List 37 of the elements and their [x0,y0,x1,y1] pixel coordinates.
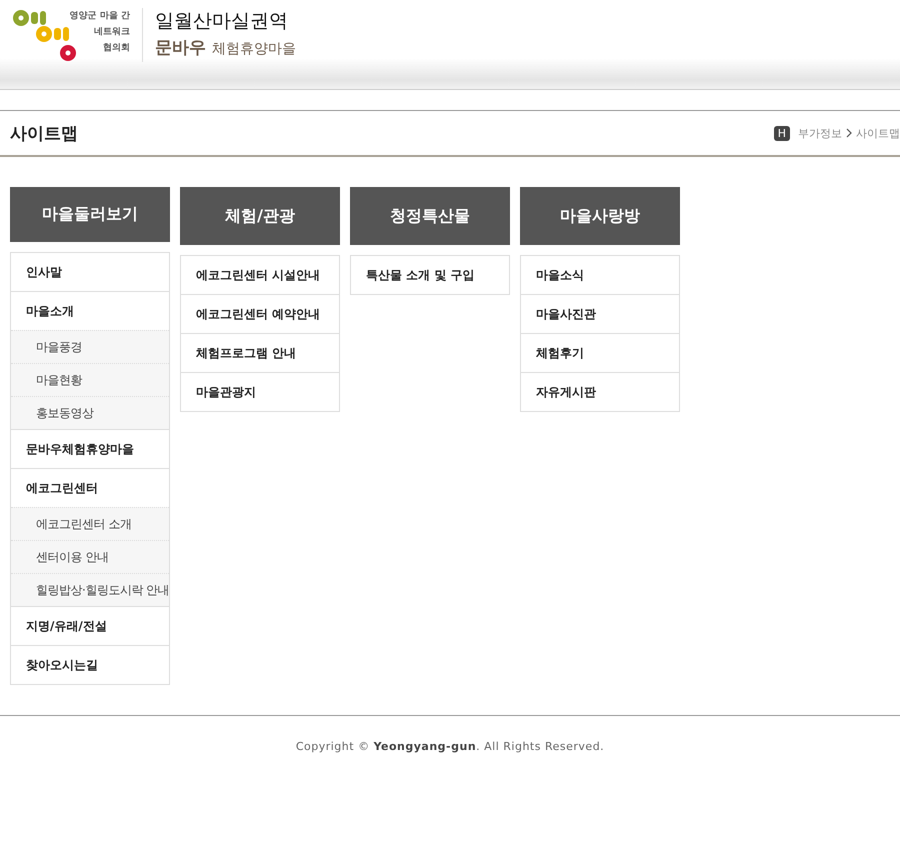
brand-name: 문바우 [155,37,206,59]
menu-link[interactable]: 에코그린센터 [11,469,169,507]
menu-link[interactable]: 마을관광지 [181,373,339,411]
menu-link[interactable]: 체험후기 [521,334,679,372]
menu-link[interactable]: 인사말 [11,253,169,291]
page-title: 사이트맵 [10,122,78,144]
menu-link[interactable]: 자유게시판 [521,373,679,411]
menu-link[interactable]: 에코그린센터 예약안내 [181,295,339,333]
logo-caption: 협의회 [103,42,130,55]
menu-link[interactable]: 마을소식 [521,256,679,294]
home-icon[interactable]: H [774,126,790,140]
menu-link[interactable]: 마을사진관 [521,295,679,333]
menu-link[interactable]: 마을소개 [11,292,169,330]
logo-caption: 영양군 마을 간 [70,10,130,23]
site-title: 일월산마실권역 [155,9,289,34]
menu-link[interactable]: 지명/유래/전설 [11,607,169,645]
category-header[interactable]: 체험/관광 [180,187,340,245]
submenu-link[interactable]: 에코그린센터 소개 [11,507,169,540]
submenu-link[interactable]: 홍보동영상 [11,396,169,429]
breadcrumb-link[interactable]: 사이트맵 [856,126,900,140]
category-header[interactable]: 마을사랑방 [520,187,680,245]
menu-link[interactable]: 찾아오시는길 [11,646,169,684]
chevron-right-icon [846,128,852,138]
menu-link[interactable]: 체험프로그램 안내 [181,334,339,372]
submenu-link[interactable]: 마을현황 [11,363,169,396]
site-subtitle: 체험휴양마을 [212,40,296,58]
breadcrumb-link[interactable]: 부가정보 [798,126,842,140]
submenu-link[interactable]: 센터이용 안내 [11,540,169,573]
menu-link[interactable]: 에코그린센터 시설안내 [181,256,339,294]
menu-link[interactable]: 특산물 소개 및 구입 [351,256,509,294]
copyright-text: Copyright © Yeongyang-gun. All Rights Reserved. [294,740,606,753]
submenu-link[interactable]: 마을풍경 [11,330,169,363]
category-header[interactable]: 청정특산물 [350,187,510,245]
category-header[interactable]: 마을둘러보기 [10,187,170,242]
menu-link[interactable]: 문바우체험휴양마을 [11,430,169,468]
logo-caption: 네트워크 [94,26,130,39]
submenu-link[interactable]: 힐링밥상·힐링도시락 안내 [11,573,169,606]
